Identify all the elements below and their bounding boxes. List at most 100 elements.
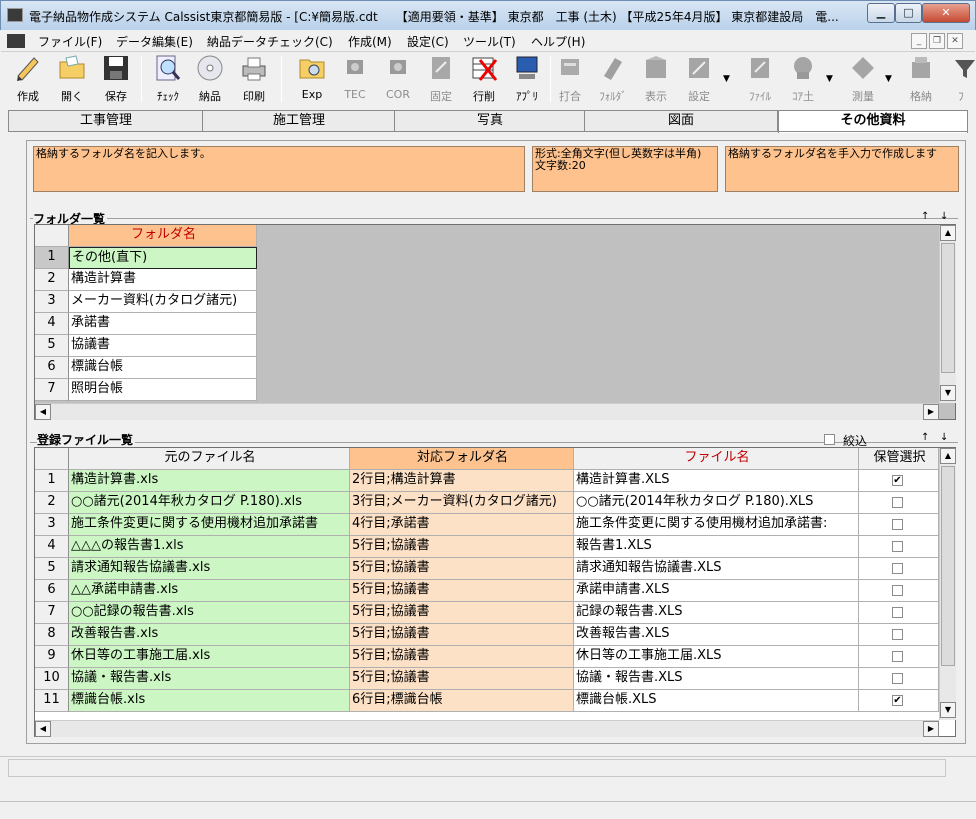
row-number[interactable]: 4 <box>35 536 69 558</box>
row-number[interactable]: 1 <box>35 247 69 269</box>
scroll-up-icon[interactable]: ▲ <box>940 448 956 464</box>
scroll-up-icon[interactable]: ▲ <box>940 225 956 241</box>
target-folder-cell[interactable]: 5行目;協議書 <box>350 646 574 668</box>
target-folder-cell[interactable]: 5行目;協議書 <box>350 580 574 602</box>
menu-settings[interactable]: 設定(C) <box>407 33 449 50</box>
folder-name-cell[interactable]: 協議書 <box>69 335 257 357</box>
source-file-cell[interactable]: 請求通知報告協議書.xls <box>69 558 350 580</box>
file-name-cell[interactable]: 承諾申請書.XLS <box>574 580 859 602</box>
file-name-cell[interactable]: 標識台帳.XLS <box>574 690 859 712</box>
source-file-cell[interactable]: 改善報告書.xls <box>69 624 350 646</box>
row-number[interactable]: 7 <box>35 379 69 401</box>
chevron-down-icon[interactable]: ▼ <box>723 74 730 84</box>
row-number[interactable]: 2 <box>35 269 69 291</box>
column-header-target-folder[interactable]: 対応フォルダ名 <box>350 448 574 470</box>
source-file-cell[interactable]: 標識台帳.xls <box>69 690 350 712</box>
keep-select-checkbox[interactable] <box>892 519 903 530</box>
folder-vertical-scrollbar[interactable]: ▲ ▼ <box>939 225 956 403</box>
target-folder-cell[interactable]: 5行目;協議書 <box>350 624 574 646</box>
scroll-left-icon[interactable]: ◀ <box>35 404 51 420</box>
scroll-thumb[interactable] <box>941 466 955 666</box>
keep-select-checkbox[interactable]: ✔ <box>892 695 903 706</box>
menu-create[interactable]: 作成(M) <box>348 33 392 50</box>
scroll-left-icon[interactable]: ◀ <box>35 721 51 737</box>
menu-data-edit[interactable]: データ編集(E) <box>116 33 193 50</box>
menu-help[interactable]: ヘルプ(H) <box>531 33 585 50</box>
file-name-cell[interactable]: 報告書1.XLS <box>574 536 859 558</box>
keep-select-checkbox[interactable] <box>892 541 903 552</box>
source-file-cell[interactable]: 休日等の工事施工届.xls <box>69 646 350 668</box>
save-button[interactable]: 保存 <box>93 52 139 106</box>
target-folder-cell[interactable]: 5行目;協議書 <box>350 536 574 558</box>
keep-select-checkbox[interactable] <box>892 563 903 574</box>
folder-name-cell[interactable]: 構造計算書 <box>69 269 257 291</box>
source-file-cell[interactable]: △△△の報告書1.xls <box>69 536 350 558</box>
tab-drawing[interactable]: 図面 <box>584 110 778 132</box>
row-number[interactable]: 3 <box>35 291 69 313</box>
folder-tool-button[interactable]: ﾌｫﾙﾀﾞ <box>590 52 636 106</box>
settings-button[interactable]: 設定 <box>676 52 722 106</box>
open-button[interactable]: 開く <box>49 52 95 106</box>
tec-button[interactable]: TEC <box>332 52 378 106</box>
source-file-cell[interactable]: 施工条件変更に関する使用機材追加承諾書 <box>69 514 350 536</box>
keep-select-checkbox[interactable]: ✔ <box>892 475 903 486</box>
scroll-right-icon[interactable]: ▶ <box>923 404 939 420</box>
display-button[interactable]: 表示 <box>633 52 679 106</box>
tab-execution-management[interactable]: 施工管理 <box>202 110 396 132</box>
file-horizontal-scrollbar[interactable]: ◀ ▶ <box>35 720 939 737</box>
keep-select-checkbox[interactable] <box>892 607 903 618</box>
row-number[interactable]: 10 <box>35 668 69 690</box>
column-header-keep-select[interactable]: 保管選択 <box>859 448 939 470</box>
filter-checkbox[interactable] <box>824 434 835 445</box>
create-button[interactable]: 作成 <box>5 52 51 106</box>
row-number[interactable]: 7 <box>35 602 69 624</box>
column-header-file-name[interactable]: ファイル名 <box>574 448 859 470</box>
keep-select-checkbox[interactable] <box>892 585 903 596</box>
scroll-bottom-icon[interactable]: ↓ <box>940 432 948 443</box>
row-number[interactable]: 4 <box>35 313 69 335</box>
row-number[interactable]: 6 <box>35 357 69 379</box>
keep-select-checkbox[interactable] <box>892 673 903 684</box>
source-file-cell[interactable]: 協議・報告書.xls <box>69 668 350 690</box>
source-file-cell[interactable]: ○○諸元(2014年秋カタログ P.180).xls <box>69 492 350 514</box>
row-number[interactable]: 2 <box>35 492 69 514</box>
file-name-cell[interactable]: 記録の報告書.XLS <box>574 602 859 624</box>
keep-select-checkbox[interactable] <box>892 497 903 508</box>
scroll-down-icon[interactable]: ▼ <box>940 702 956 718</box>
folder-name-cell[interactable]: その他(直下) <box>69 247 257 269</box>
row-number[interactable]: 3 <box>35 514 69 536</box>
target-folder-cell[interactable]: 5行目;協議書 <box>350 558 574 580</box>
menu-tools[interactable]: ツール(T) <box>463 33 516 50</box>
row-number[interactable]: 1 <box>35 470 69 492</box>
print-button[interactable]: 印刷 <box>231 52 277 106</box>
maximize-button[interactable]: □ <box>895 3 922 23</box>
file-name-cell[interactable]: 改善報告書.XLS <box>574 624 859 646</box>
delete-row-button[interactable]: 行削 <box>461 52 507 106</box>
target-folder-cell[interactable]: 6行目;標識台帳 <box>350 690 574 712</box>
folder-name-cell[interactable]: 標識台帳 <box>69 357 257 379</box>
core-soil-button[interactable]: ｺｱ土 <box>780 52 826 106</box>
tab-photo[interactable]: 写真 <box>394 110 586 132</box>
file-name-cell[interactable]: 施工条件変更に関する使用機材追加承諾書: <box>574 514 859 536</box>
folder-name-cell[interactable]: メーカー資料(カタログ諸元) <box>69 291 257 313</box>
application-button[interactable]: ｱﾌﾟﾘ <box>504 52 550 106</box>
mdi-close-button[interactable]: ✕ <box>947 33 963 49</box>
folder-name-cell[interactable]: 承諾書 <box>69 313 257 335</box>
column-header-folder-name[interactable]: フォルダ名 <box>69 225 257 247</box>
folder-horizontal-scrollbar[interactable]: ◀ ▶ <box>35 403 939 420</box>
column-header-source-file[interactable]: 元のファイル名 <box>69 448 350 470</box>
scroll-thumb[interactable] <box>941 243 955 373</box>
meeting-button[interactable]: 打合 <box>547 52 593 106</box>
target-folder-cell[interactable]: 4行目;承諾書 <box>350 514 574 536</box>
row-number[interactable]: 11 <box>35 690 69 712</box>
tab-other-materials[interactable]: その他資料 <box>778 110 968 133</box>
filter-button[interactable]: ﾌ <box>947 52 975 106</box>
row-number[interactable]: 9 <box>35 646 69 668</box>
file-vertical-scrollbar[interactable]: ▲ ▼ <box>939 448 956 720</box>
minimize-button[interactable]: ▁ <box>867 3 895 23</box>
row-number[interactable]: 6 <box>35 580 69 602</box>
keep-select-checkbox[interactable] <box>892 651 903 662</box>
scroll-bottom-icon[interactable]: ↓ <box>940 211 948 222</box>
source-file-cell[interactable]: △△承諾申請書.xls <box>69 580 350 602</box>
target-folder-cell[interactable]: 5行目;協議書 <box>350 668 574 690</box>
